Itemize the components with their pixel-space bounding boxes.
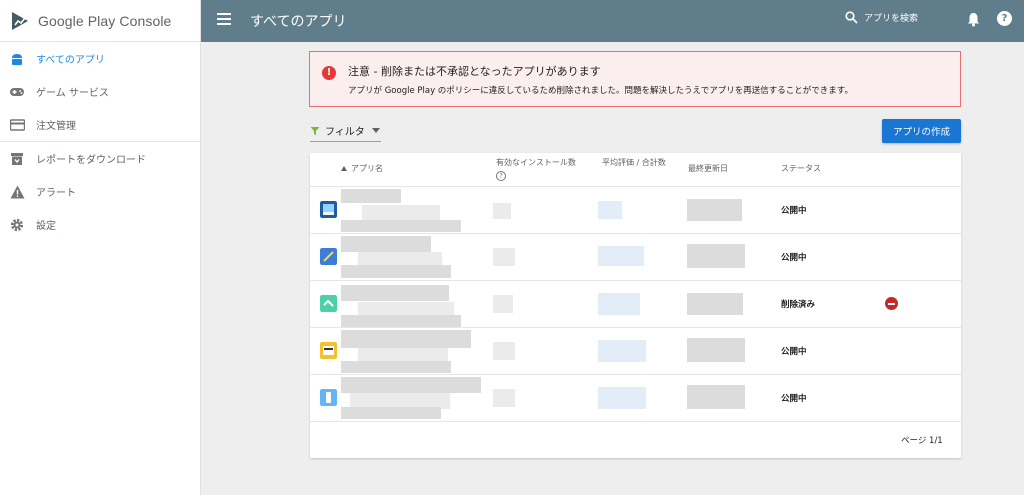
removed-status-icon [885,297,898,310]
sidebar-item-label: 注文管理 [36,121,76,132]
help-icon[interactable]: ? [997,11,1012,26]
table-row[interactable]: 公開中 [310,186,961,233]
filter-label: フィルタ [325,127,365,138]
table-row[interactable]: 公開中 [310,374,961,421]
sidebar-item-alerts[interactable]: アラート [0,175,200,208]
menu-icon[interactable] [217,13,231,25]
sidebar-item-label: 設定 [36,221,56,232]
status-label: 公開中 [781,206,807,216]
play-console-logo [12,11,28,30]
chevron-down-icon [371,128,380,133]
policy-alert-banner: ! 注意 - 削除または不承認となったアプリがあります アプリが Google … [309,51,961,107]
column-header-label: 有効なインストール数 [496,158,576,167]
app-icon [320,248,337,265]
sidebar-item-download-reports[interactable]: レポートをダウンロード [0,142,200,175]
app-icon [320,295,337,312]
download-box-icon [9,151,25,167]
status-label: 公開中 [781,347,807,357]
column-header-rating[interactable]: 平均評価 / 合計数 [602,157,668,168]
search-button[interactable]: アプリを検索 [845,11,918,24]
pagination-label: ページ 1/1 [901,436,943,446]
app-icon [320,389,337,406]
sidebar: Google Play Console すべてのアプリ ゲーム サービス 注文管… [0,0,201,495]
sidebar-item-label: レポートをダウンロード [36,155,146,166]
status-label: 公開中 [781,253,807,263]
alert-title: 注意 - 削除または不承認となったアプリがあります [348,65,601,78]
sidebar-item-orders[interactable]: 注文管理 [0,108,200,141]
alert-body: アプリが Google Play のポリシーに違反しているため削除されました。問… [348,86,853,96]
sidebar-item-label: アラート [36,188,76,199]
table-footer-divider [310,421,961,422]
brand-name: Google Play Console [38,12,172,29]
create-app-button[interactable]: アプリの作成 [882,119,961,143]
top-app-bar: すべてのアプリ アプリを検索 ? [201,0,1024,42]
sidebar-item-game-services[interactable]: ゲーム サービス [0,75,200,108]
status-label: 公開中 [781,394,807,404]
column-header-status[interactable]: ステータス [781,163,821,174]
help-icon[interactable]: ? [496,171,506,181]
search-icon [845,11,858,24]
column-header-app-name[interactable]: アプリ名 [341,163,383,174]
brand[interactable]: Google Play Console [0,0,200,42]
android-icon [9,51,25,67]
search-label: アプリを検索 [864,14,919,24]
sidebar-item-all-apps[interactable]: すべてのアプリ [0,42,200,75]
filter-dropdown[interactable]: フィルタ [310,120,381,142]
error-icon: ! [322,66,336,80]
page-title: すべてのアプリ [250,14,347,30]
column-header-installs[interactable]: 有効なインストール数 ? [496,157,584,181]
warning-icon [9,184,25,200]
filter-icon [310,126,320,135]
table-row[interactable]: 削除済み [310,280,961,327]
gear-icon [9,217,25,233]
table-row[interactable]: 公開中 [310,327,961,374]
sidebar-item-label: ゲーム サービス [36,88,109,99]
bell-icon[interactable] [967,12,980,27]
app-icon [320,201,337,218]
column-header-updated[interactable]: 最終更新日 [688,163,728,174]
status-label: 削除済み [781,300,816,310]
app-icon [320,342,337,359]
table-row[interactable]: 公開中 [310,233,961,280]
sidebar-item-settings[interactable]: 設定 [0,208,200,241]
sort-ascending-icon [341,166,347,171]
sidebar-item-label: すべてのアプリ [36,55,105,66]
column-header-label: アプリ名 [351,164,383,173]
gamepad-icon [9,84,25,100]
credit-card-icon [9,117,25,133]
